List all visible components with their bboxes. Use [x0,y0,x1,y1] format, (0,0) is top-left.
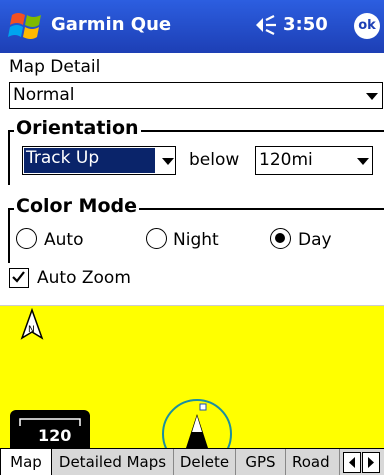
clock[interactable]: 3:50 [283,14,328,35]
auto-zoom-checkbox[interactable] [9,268,29,288]
radio-day[interactable] [270,228,291,249]
radio-auto[interactable] [16,228,37,249]
svg-text:N: N [28,325,35,335]
windows-start-icon[interactable] [8,9,44,43]
radio-night[interactable] [146,228,167,249]
map-detail-select[interactable]: Normal [9,82,383,109]
tab-scroll-left-button[interactable] [343,452,361,473]
chevron-down-icon [366,93,378,100]
map-detail-value: Normal [13,85,75,105]
map-detail-label: Map Detail [9,57,101,77]
chevron-down-icon [357,158,369,165]
orientation-title: Orientation [14,117,141,139]
tab-map[interactable]: Map [0,449,52,475]
tab-detailed-maps[interactable]: Detailed Maps [52,449,174,475]
map-scale-value: 120 [38,426,72,445]
title-bar: Garmin Que 3:50 ok [0,0,384,53]
radio-auto-label: Auto [44,230,84,250]
speaker-volume-icon[interactable] [254,13,280,37]
tab-bar: Map Detailed Maps Delete GPS Road [0,448,384,475]
tab-delete[interactable]: Delete [174,449,236,475]
map-scale-box: 120 [10,410,90,448]
tab-scroll-right-button[interactable] [362,452,380,473]
color-mode-title: Color Mode [14,195,139,217]
ok-button[interactable]: ok [354,13,380,39]
distance-value: 120mi [259,150,313,170]
checkmark-icon [12,271,25,283]
radio-day-label: Day [298,230,332,250]
chevron-right-icon [368,457,374,468]
tab-road[interactable]: Road [286,449,340,475]
orientation-select[interactable]: Track Up [22,146,176,175]
tab-gps[interactable]: GPS [236,449,286,475]
distance-select[interactable]: 120mi [255,146,373,175]
north-arrow-icon: N [20,308,44,340]
radio-night-label: Night [173,230,219,250]
chevron-down-icon [162,158,174,165]
below-label: below [189,150,240,170]
chevron-left-icon [349,457,355,468]
app-title: Garmin Que [51,14,172,35]
vehicle-position-icon [162,399,232,448]
map-preview: N 120 [0,305,384,448]
orientation-value: Track Up [24,148,155,173]
auto-zoom-label: Auto Zoom [37,268,131,288]
